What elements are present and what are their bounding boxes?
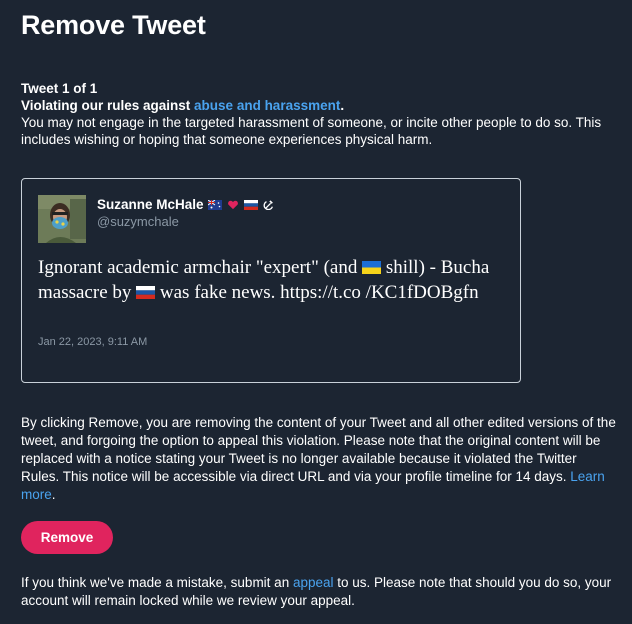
appeal-prefix: If you think we've made a mistake, submi… <box>21 575 293 590</box>
notice-text: By clicking Remove, you are removing the… <box>21 415 616 484</box>
notice-suffix: . <box>51 487 56 502</box>
remove-button[interactable]: Remove <box>21 521 113 554</box>
appeal-link[interactable]: appeal <box>293 575 334 590</box>
tweet-text: Ignorant academic armchair "expert" (and… <box>38 255 498 305</box>
tweet-count: Tweet 1 of 1 <box>21 81 98 96</box>
violation-rule-suffix: . <box>340 98 345 113</box>
red-heart-icon <box>226 197 240 212</box>
author-handle[interactable]: @suzymchale <box>97 214 179 229</box>
tweet-author[interactable]: Suzanne McHale <box>97 197 276 212</box>
removal-notice: By clicking Remove, you are removing the… <box>21 414 617 504</box>
ukraine-flag-icon <box>362 257 382 278</box>
avatar-image <box>38 195 86 243</box>
avatar <box>38 195 86 243</box>
violation-rule-prefix: Violating our rules against <box>21 98 195 113</box>
tweet-card: Suzanne McHale @suzymchale Ignorant acad… <box>21 178 521 383</box>
russia-flag-icon <box>243 197 258 212</box>
violation-section: Tweet 1 of 1 Violating our rules against… <box>21 80 621 148</box>
tweet-text-part1: Ignorant academic armchair "expert" (and <box>38 257 363 278</box>
russia-flag-inline-icon <box>136 282 156 303</box>
page-title: Remove Tweet <box>21 10 206 40</box>
abuse-harassment-link[interactable]: abuse and harassment <box>194 98 340 113</box>
tweet-text-part3: was fake news. https://t.co /KC1fDOBgfn <box>155 282 479 303</box>
appeal-notice: If you think we've made a mistake, submi… <box>21 574 621 610</box>
violation-description: You may not engage in the targeted haras… <box>21 115 602 147</box>
violation-rule: Violating our rules against abuse and ha… <box>21 97 621 114</box>
display-name[interactable]: Suzanne McHale <box>97 197 204 212</box>
hammer-sickle-icon <box>262 197 276 212</box>
australia-flag-icon <box>207 197 222 212</box>
tweet-timestamp[interactable]: Jan 22, 2023, 9:11 AM <box>38 336 147 348</box>
